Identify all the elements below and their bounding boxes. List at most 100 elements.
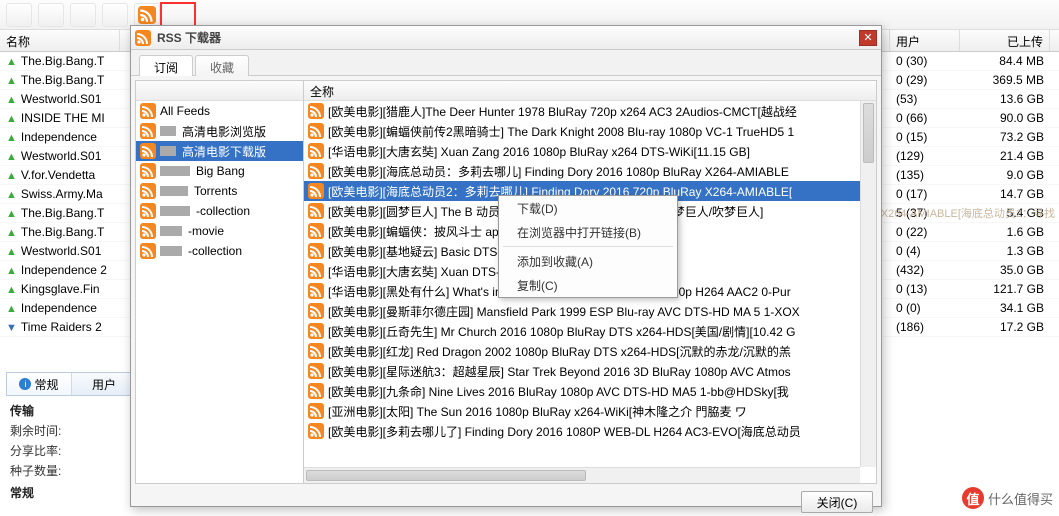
- feed-item[interactable]: 高清电影浏览版: [136, 121, 303, 141]
- col-uploaded-header[interactable]: 已上传: [960, 30, 1050, 51]
- toolbar-rss-button[interactable]: [134, 3, 160, 27]
- cell-uploaded: 121.7 GB: [960, 282, 1050, 296]
- cell-uploaded: 1.3 GB: [960, 244, 1050, 258]
- horizontal-scrollbar[interactable]: [304, 467, 860, 483]
- section-transfer: 传输: [10, 402, 34, 419]
- rss-icon: [140, 123, 156, 139]
- scrollbar-thumb[interactable]: [306, 470, 586, 481]
- status-arrow-icon: ▲: [6, 227, 17, 239]
- watermark-badge-icon: 值: [962, 487, 984, 509]
- rss-icon: [308, 303, 324, 319]
- cell-user: 0 (22): [890, 225, 960, 239]
- watermark-text: 什么值得买: [988, 489, 1053, 508]
- dialog-tabs: 订阅 收藏: [131, 50, 881, 76]
- cell-user: (135): [890, 168, 960, 182]
- cell-user: (432): [890, 263, 960, 277]
- close-icon[interactable]: ✕: [859, 30, 877, 46]
- feed-item[interactable]: 高清电影下载版: [136, 141, 303, 161]
- detail-overlay-text: X264-AMIABLE[海底总动员2：寻找: [881, 205, 1055, 221]
- cell-user: (186): [890, 320, 960, 334]
- tab-subscribe[interactable]: 订阅: [139, 55, 193, 76]
- cell-uploaded: 73.2 GB: [960, 130, 1050, 144]
- rss-icon: [308, 243, 324, 259]
- close-button[interactable]: 关闭(C): [801, 491, 873, 513]
- ctx-copy[interactable]: 复制(C): [499, 273, 677, 297]
- feed-item[interactable]: -collection: [136, 241, 303, 261]
- redacted-text: [160, 226, 182, 236]
- feed-item[interactable]: Big Bang: [136, 161, 303, 181]
- entry-label: [欧美电影][蝙蝠侠前传2黑暗骑士] The Dark Knight 2008 …: [328, 123, 794, 140]
- entry-row[interactable]: [亚洲电影][太阳] The Sun 2016 1080p BluRay x26…: [304, 401, 876, 421]
- feed-item[interactable]: -movie: [136, 221, 303, 241]
- feeds-panel: All Feeds 高清电影浏览版高清电影下载版Big Bang Torrent…: [136, 81, 304, 483]
- info-icon: i: [19, 378, 31, 390]
- feed-item[interactable]: -collection: [136, 201, 303, 221]
- ctx-open-browser[interactable]: 在浏览器中打开链接(B): [499, 220, 677, 244]
- tab-favorites[interactable]: 收藏: [195, 55, 249, 76]
- entry-row[interactable]: [欧美电影][蝙蝠侠前传2黑暗骑士] The Dark Knight 2008 …: [304, 121, 876, 141]
- redacted-text: [160, 186, 188, 196]
- toolbar-button-1[interactable]: [6, 3, 32, 27]
- feed-item[interactable]: Torrents: [136, 181, 303, 201]
- col-user-header[interactable]: 用户: [890, 30, 960, 51]
- entry-row[interactable]: [欧美电影][红龙] Red Dragon 2002 1080p BluRay …: [304, 341, 876, 361]
- entry-row[interactable]: [欧美电影][九条命] Nine Lives 2016 BluRay 1080p…: [304, 381, 876, 401]
- toolbar-button-2[interactable]: [38, 3, 64, 27]
- rss-icon: [140, 183, 156, 199]
- entries-header[interactable]: 全称: [304, 81, 876, 101]
- rss-icon: [308, 363, 324, 379]
- entry-label: [欧美电影][九条命] Nine Lives 2016 BluRay 1080p…: [328, 383, 789, 400]
- entry-row[interactable]: [欧美电影][丘奇先生] Mr Church 2016 1080p BluRay…: [304, 321, 876, 341]
- redacted-text: [160, 146, 176, 156]
- status-arrow-icon: ▲: [6, 113, 17, 125]
- entry-row[interactable]: [欧美电影][曼斯菲尔德庄园] Mansfield Park 1999 ESP …: [304, 301, 876, 321]
- entry-row[interactable]: [华语电影][大唐玄奘] Xuan Zang 2016 1080p BluRay…: [304, 141, 876, 161]
- entry-row[interactable]: [欧美电影][多莉去哪儿了] Finding Dory 2016 1080P W…: [304, 421, 876, 441]
- cell-uploaded: 35.0 GB: [960, 263, 1050, 277]
- rss-icon: [308, 223, 324, 239]
- stat-seed: 种子数量:: [10, 462, 61, 479]
- cell-user: 0 (4): [890, 244, 960, 258]
- rss-icon: [308, 163, 324, 179]
- tab-general[interactable]: i常规: [7, 373, 72, 395]
- rss-icon: [308, 283, 324, 299]
- status-arrow-icon: ▲: [6, 151, 17, 163]
- toolbar-button-3[interactable]: [70, 3, 96, 27]
- dialog-footer: 关闭(C): [131, 488, 881, 516]
- rss-icon: [308, 203, 324, 219]
- rss-icon: [140, 203, 156, 219]
- ctx-add-favorite[interactable]: 添加到收藏(A): [499, 249, 677, 273]
- redacted-text: [160, 126, 176, 136]
- ctx-separator: [503, 246, 673, 247]
- tab-user[interactable]: 用户: [72, 373, 137, 395]
- scrollbar-thumb[interactable]: [863, 103, 874, 163]
- entry-row[interactable]: [欧美电影][海底总动员：多莉去哪儿] Finding Dory 2016 10…: [304, 161, 876, 181]
- status-arrow-icon: ▲: [6, 75, 17, 87]
- cell-uploaded: 14.7 GB: [960, 187, 1050, 201]
- status-arrow-icon: ▲: [6, 189, 17, 201]
- vertical-scrollbar[interactable]: [860, 101, 876, 467]
- rss-icon: [308, 123, 324, 139]
- rss-icon: [140, 103, 156, 119]
- toolbar-button-4[interactable]: [102, 3, 128, 27]
- cell-uploaded: 9.0 GB: [960, 168, 1050, 182]
- detail-tabs: i常规 用户: [6, 372, 138, 396]
- cell-user: (53): [890, 92, 960, 106]
- dialog-titlebar[interactable]: RSS 下载器 ✕: [131, 26, 881, 50]
- col-name-header[interactable]: 名称: [0, 30, 120, 51]
- feed-all[interactable]: All Feeds: [136, 101, 303, 121]
- rss-icon: [140, 163, 156, 179]
- cell-uploaded: 90.0 GB: [960, 111, 1050, 125]
- feed-item-label: -collection: [188, 244, 242, 258]
- status-arrow-icon: ▲: [6, 303, 17, 315]
- feed-item-label: 高清电影浏览版: [182, 123, 266, 140]
- entry-label: [欧美电影][星际迷航3：超越星辰] Star Trek Beyond 2016…: [328, 363, 791, 380]
- entry-label: [欧美电影][丘奇先生] Mr Church 2016 1080p BluRay…: [328, 323, 796, 340]
- entry-label: [欧美电影][多莉去哪儿了] Finding Dory 2016 1080P W…: [328, 423, 801, 440]
- ctx-download[interactable]: 下载(D): [499, 196, 677, 220]
- feed-all-label: All Feeds: [160, 104, 210, 118]
- entry-row[interactable]: [欧美电影][星际迷航3：超越星辰] Star Trek Beyond 2016…: [304, 361, 876, 381]
- feed-item-label: -collection: [196, 204, 250, 218]
- cell-user: 0 (0): [890, 301, 960, 315]
- entry-row[interactable]: [欧美电影][猎鹿人]The Deer Hunter 1978 BluRay 7…: [304, 101, 876, 121]
